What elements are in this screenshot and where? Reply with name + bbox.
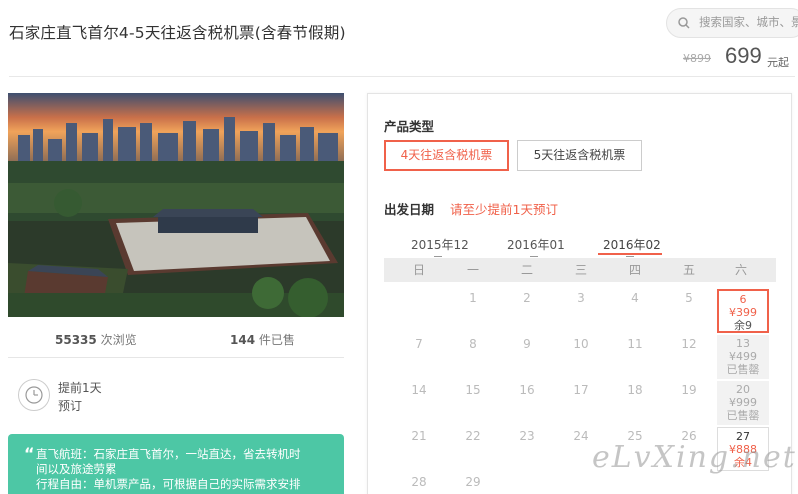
divider	[8, 357, 344, 358]
date-price: ¥999	[729, 396, 757, 409]
calendar-day: 8	[469, 337, 477, 351]
departure-date-label: 出发日期	[384, 202, 435, 217]
month-tab-2016-01[interactable]: 2016年01	[507, 236, 565, 253]
search-input[interactable]	[699, 15, 798, 29]
original-price: ¥899	[683, 52, 711, 65]
calendar-date-soldout: 20 ¥999 已售罄	[717, 381, 769, 425]
month-marker	[626, 256, 634, 257]
product-type-label: 产品类型	[384, 119, 435, 134]
calendar-day: 12	[681, 337, 697, 351]
weekday: 一	[466, 263, 479, 277]
date-status: 已售罄	[726, 409, 760, 422]
weekday: 二	[520, 263, 533, 277]
advance-booking-tip: 请至少提前1天预订	[450, 202, 558, 217]
clock-icon	[18, 379, 50, 411]
calendar-day: 23	[519, 429, 535, 443]
weekday: 四	[628, 263, 641, 277]
month-tab-2016-02[interactable]: 2016年02	[603, 236, 661, 253]
calendar-day: 18	[627, 383, 643, 397]
product-highlights: “ 直飞航班：石家庄直飞首尔，一站直达，省去转机时 间以及旅途劳累 行程自由：单…	[8, 434, 344, 494]
calendar-day: 22	[465, 429, 481, 443]
weekday: 六	[734, 263, 747, 277]
calendar-date-available[interactable]: 6 ¥399 余9	[717, 289, 769, 333]
calendar-day: 7	[415, 337, 423, 351]
divider	[9, 76, 795, 77]
weekday: 日	[412, 263, 425, 277]
calendar-day: 4	[631, 291, 639, 305]
search-icon	[678, 17, 690, 29]
date-price: ¥399	[729, 306, 757, 319]
calendar-day: 17	[573, 383, 589, 397]
date-remaining: 余9	[734, 319, 752, 332]
calendar-day: 11	[627, 337, 643, 351]
search-box[interactable]	[666, 8, 798, 38]
calendar-day: 16	[519, 383, 535, 397]
calendar-day: 1	[469, 291, 477, 305]
current-price: 699	[725, 43, 762, 68]
destination-photo	[8, 93, 344, 317]
calendar-date-soldout: 13 ¥499 已售罄	[717, 335, 769, 379]
date-status: 已售罄	[726, 363, 760, 376]
calendar-day: 29	[465, 475, 481, 489]
quote-icon: “	[24, 444, 35, 463]
highlight-line: 直飞航班：石家庄直飞首尔，一站直达，省去转机时	[36, 447, 301, 461]
sold-count: 144 件已售	[230, 333, 295, 347]
calendar-day: 10	[573, 337, 589, 351]
month-marker	[530, 256, 538, 257]
calendar-day: 19	[681, 383, 697, 397]
advance-booking-label: 预订	[58, 399, 83, 413]
calendar-day: 3	[577, 291, 585, 305]
weekday: 五	[682, 263, 695, 277]
calendar-day: 15	[465, 383, 481, 397]
weekday: 三	[574, 263, 587, 277]
highlight-line: 行程自由：单机票产品，可根据自己的实际需求安排	[36, 477, 301, 491]
date-number: 13	[736, 337, 750, 350]
month-marker	[434, 256, 442, 257]
highlight-line: 间以及旅途劳累	[36, 462, 117, 476]
product-option-5day[interactable]: 5天往返含税机票	[517, 140, 642, 171]
advance-booking-days: 提前1天	[58, 381, 102, 395]
date-number: 20	[736, 383, 750, 396]
page-title: 石家庄直飞首尔4-5天往返含税机票(含春节假期)	[9, 24, 346, 42]
calendar-day: 9	[523, 337, 531, 351]
calendar-day: 14	[411, 383, 427, 397]
watermark: eLvXing.net	[592, 440, 797, 475]
calendar-day: 2	[523, 291, 531, 305]
date-price: ¥499	[729, 350, 757, 363]
active-month-underline	[598, 253, 662, 255]
calendar-day: 28	[411, 475, 427, 489]
month-tab-2015-12[interactable]: 2015年12	[411, 236, 469, 253]
calendar-day: 5	[685, 291, 693, 305]
weekday-header: 日 一 二 三 四 五 六	[384, 258, 776, 282]
date-number: 6	[739, 293, 747, 306]
price-unit: 元起	[767, 56, 789, 69]
calendar-day: 21	[411, 429, 427, 443]
view-count: 55335 次浏览	[55, 333, 137, 347]
product-option-4day[interactable]: 4天往返含税机票	[384, 140, 509, 171]
